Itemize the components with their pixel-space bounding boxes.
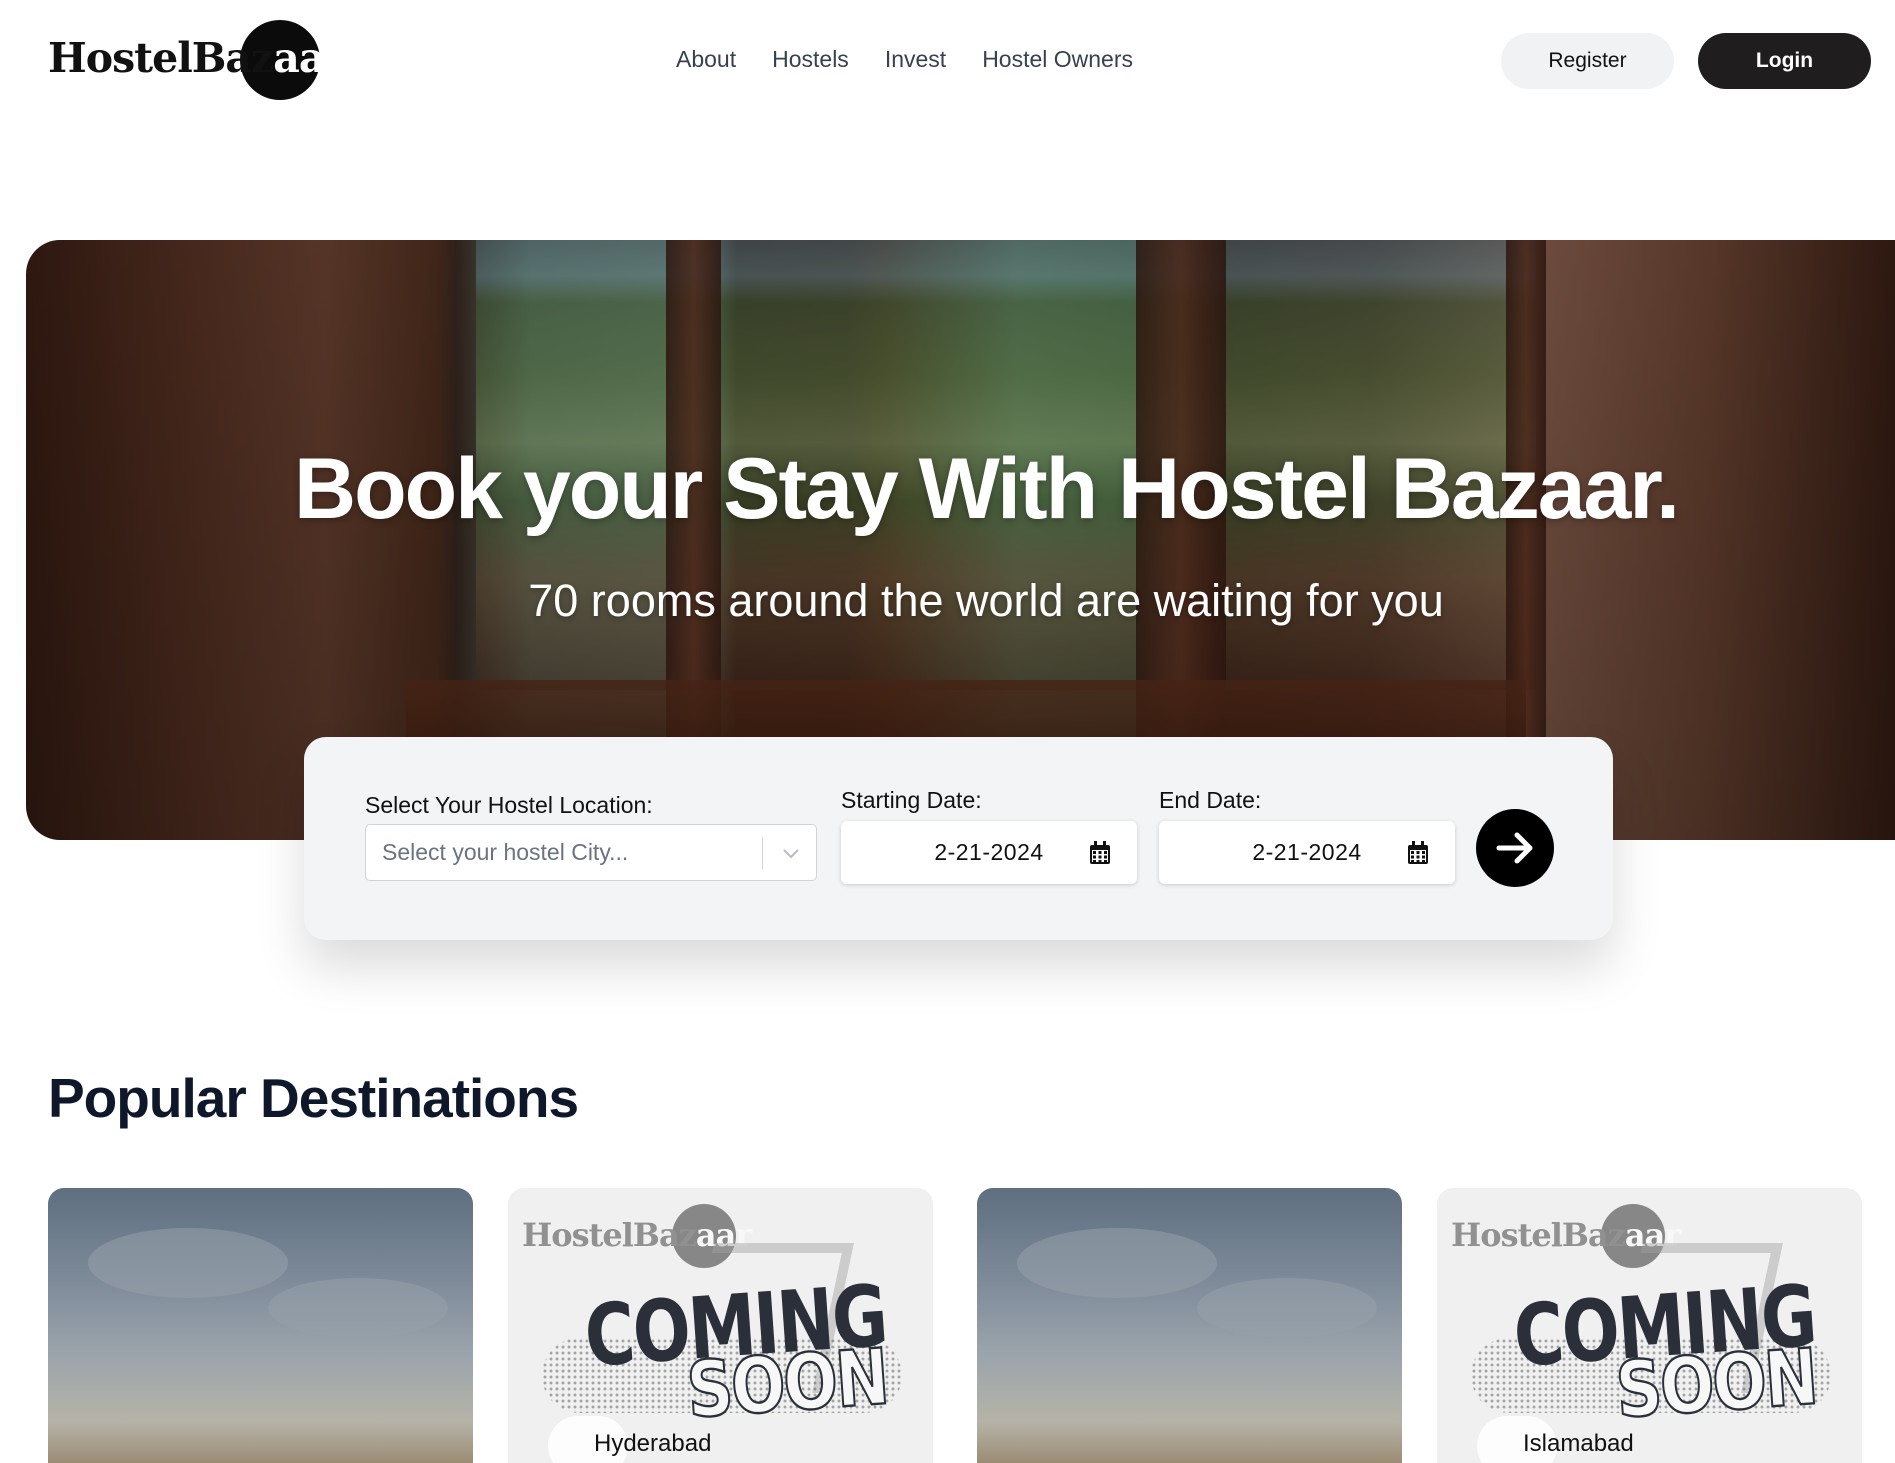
chevron-down-icon[interactable] — [780, 842, 802, 864]
soon-text: SOON — [1612, 1332, 1820, 1437]
coming-soon-stamp: COMING SOON — [1511, 1268, 1821, 1438]
location-label: Select Your Hostel Location: — [365, 792, 653, 818]
sky-cloud — [88, 1228, 288, 1298]
search-submit-button[interactable] — [1476, 809, 1554, 887]
start-date-input[interactable]: 2-21-2024 — [841, 821, 1137, 884]
location-placeholder: Select your hostel City... — [382, 839, 629, 865]
register-button[interactable]: Register — [1501, 33, 1674, 89]
arrow-right-icon — [1496, 832, 1533, 864]
end-date-input[interactable]: 2-21-2024 — [1159, 821, 1455, 884]
select-separator — [762, 837, 763, 869]
popular-destinations-title: Popular Destinations — [48, 1067, 579, 1129]
booking-search-card: Select Your Hostel Location: Select your… — [304, 737, 1613, 940]
destination-card[interactable] — [977, 1188, 1402, 1463]
card-city-name: Islamabad — [1523, 1430, 1634, 1457]
calendar-icon[interactable] — [1089, 841, 1111, 865]
site-header: HostelBazaar About Hostels Invest Hostel… — [0, 0, 1895, 122]
nav-hostel-owners[interactable]: Hostel Owners — [982, 46, 1133, 73]
card-city-name: Hyderabad — [594, 1430, 712, 1457]
sky-cloud — [1017, 1228, 1217, 1298]
start-date-label: Starting Date: — [841, 787, 982, 813]
soon-text: SOON — [683, 1332, 891, 1437]
hero-title: Book your Stay With Hostel Bazaar. — [293, 441, 1680, 537]
nav-hostels[interactable]: Hostels — [772, 46, 849, 73]
destination-card[interactable] — [48, 1188, 473, 1463]
sky-cloud — [268, 1278, 448, 1338]
sky-cloud — [1197, 1278, 1377, 1338]
destination-card[interactable]: HostelBazaar COMING SOON Hyderabad — [508, 1188, 933, 1463]
calendar-icon[interactable] — [1407, 841, 1429, 865]
location-select[interactable]: Select your hostel City... — [365, 824, 817, 881]
nav-about[interactable]: About — [676, 46, 736, 73]
login-button[interactable]: Login — [1698, 33, 1871, 89]
destination-card[interactable]: HostelBazaar COMING SOON Islamabad — [1437, 1188, 1862, 1463]
coming-soon-stamp: COMING SOON — [582, 1268, 892, 1438]
hero-subtitle: 70 rooms around the world are waiting fo… — [528, 575, 1444, 626]
nav-invest[interactable]: Invest — [885, 46, 946, 73]
end-date-label: End Date: — [1159, 787, 1262, 813]
logo-text: HostelBazaar — [48, 34, 346, 82]
main-nav: About Hostels Invest Hostel Owners — [676, 46, 1133, 73]
logo[interactable]: HostelBazaar — [48, 20, 346, 100]
